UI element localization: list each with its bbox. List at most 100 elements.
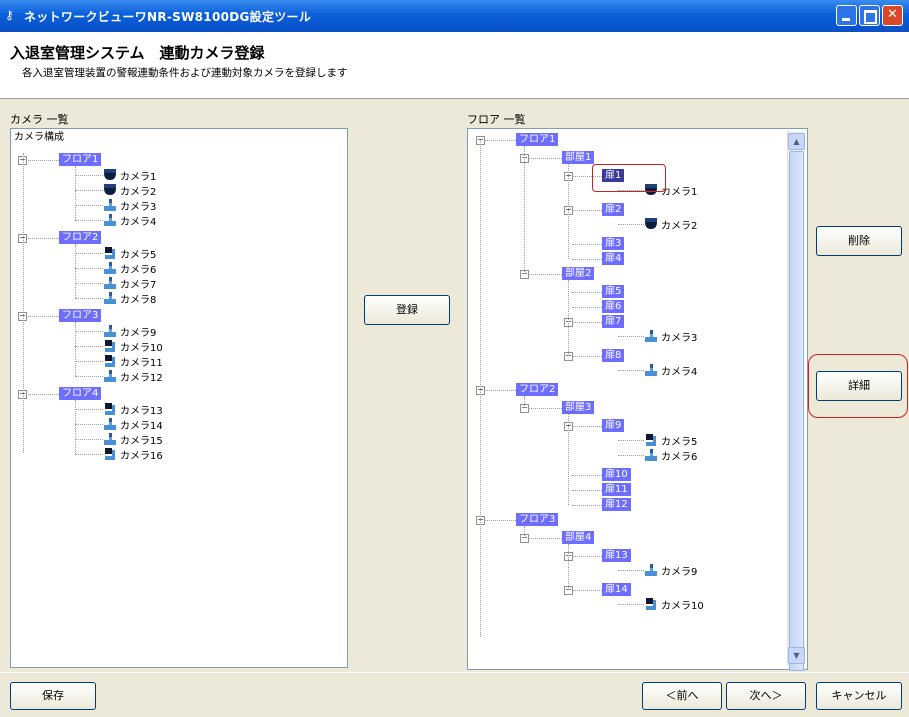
linked-camera-item[interactable]: カメラ10 bbox=[644, 598, 724, 612]
door-node[interactable]: 扉3 bbox=[602, 237, 625, 250]
floor-node[interactable]: フロア3 bbox=[516, 513, 559, 526]
delete-button[interactable]: 削除 bbox=[816, 226, 902, 256]
camera-label: カメラ3 bbox=[661, 333, 698, 344]
camera-label: カメラ12 bbox=[120, 373, 163, 384]
tree-line bbox=[484, 390, 516, 391]
tree-line bbox=[572, 259, 602, 260]
camera-icon bbox=[644, 434, 658, 446]
camera-item[interactable]: カメラ12 bbox=[103, 370, 183, 384]
tree-line bbox=[572, 590, 602, 591]
floor-node[interactable]: フロア1 bbox=[59, 153, 102, 166]
camera-icon bbox=[103, 247, 117, 259]
camera-item[interactable]: カメラ11 bbox=[103, 355, 183, 369]
tree-line bbox=[572, 307, 602, 308]
camera-icon bbox=[103, 340, 117, 352]
tree-line bbox=[528, 408, 562, 409]
minimize-button[interactable] bbox=[836, 5, 857, 26]
door-node[interactable]: 扉13 bbox=[602, 549, 631, 562]
tree-line bbox=[568, 164, 569, 259]
cancel-button[interactable]: キャンセル bbox=[816, 682, 902, 710]
tree-line bbox=[75, 322, 76, 376]
camera-icon bbox=[103, 370, 117, 382]
floor-node[interactable]: フロア2 bbox=[516, 383, 559, 396]
scroll-up-icon[interactable]: ▲ bbox=[788, 133, 805, 150]
door-node[interactable]: 扉2 bbox=[602, 203, 625, 216]
tree-line bbox=[572, 210, 602, 211]
camera-item[interactable]: カメラ5 bbox=[103, 247, 183, 261]
tree-line bbox=[524, 146, 525, 274]
camera-item[interactable]: カメラ7 bbox=[103, 277, 183, 291]
tree-line bbox=[75, 346, 103, 347]
room-node[interactable]: 部屋3 bbox=[562, 401, 595, 414]
room-node[interactable]: 部屋1 bbox=[562, 151, 595, 164]
tree-line bbox=[572, 244, 602, 245]
camera-icon bbox=[644, 330, 658, 342]
door-node[interactable]: 扉7 bbox=[602, 315, 625, 328]
linked-camera-item[interactable]: カメラ6 bbox=[644, 449, 724, 463]
camera-tree[interactable]: カメラ構成 − フロア1 カメラ1 カメラ2 カメラ3 カメラ4− フロア2 カメラ5 カメラ6… bbox=[10, 128, 348, 668]
page-title: 入退室管理システム 連動カメラ登録 bbox=[10, 44, 265, 62]
camera-item[interactable]: カメラ6 bbox=[103, 262, 183, 276]
floor-node[interactable]: フロア1 bbox=[516, 133, 559, 146]
tree-line bbox=[572, 505, 602, 506]
door-node[interactable]: 扉4 bbox=[602, 252, 625, 265]
scroll-down-icon[interactable]: ▼ bbox=[788, 647, 805, 664]
linked-camera-item[interactable]: カメラ9 bbox=[644, 564, 724, 578]
camera-item[interactable]: カメラ14 bbox=[103, 418, 183, 432]
door-node[interactable]: 扉8 bbox=[602, 349, 625, 362]
linked-camera-item[interactable]: カメラ2 bbox=[644, 218, 724, 232]
camera-item[interactable]: カメラ9 bbox=[103, 325, 183, 339]
scroll-thumb[interactable] bbox=[789, 151, 804, 671]
camera-label: カメラ1 bbox=[120, 172, 157, 183]
tree-line bbox=[480, 140, 481, 637]
tree-line bbox=[572, 556, 602, 557]
camera-tree-root: カメラ構成 bbox=[14, 132, 64, 143]
tree-line bbox=[75, 220, 103, 221]
camera-item[interactable]: カメラ2 bbox=[103, 184, 183, 198]
floor-tree-scrollbar[interactable]: ▲ ▼ bbox=[787, 131, 805, 671]
register-button[interactable]: 登録 bbox=[364, 295, 450, 325]
linked-camera-item[interactable]: カメラ5 bbox=[644, 434, 724, 448]
room-node[interactable]: 部屋2 bbox=[562, 267, 595, 280]
floor-node[interactable]: フロア2 bbox=[59, 231, 102, 244]
camera-label: カメラ3 bbox=[120, 202, 157, 213]
camera-item[interactable]: カメラ15 bbox=[103, 433, 183, 447]
door-node[interactable]: 扉12 bbox=[602, 498, 631, 511]
camera-item[interactable]: カメラ4 bbox=[103, 214, 183, 228]
room-node[interactable]: 部屋4 bbox=[562, 531, 595, 544]
close-button[interactable] bbox=[882, 5, 903, 26]
tree-line bbox=[618, 370, 644, 371]
camera-label: カメラ6 bbox=[661, 452, 698, 463]
camera-icon bbox=[103, 169, 117, 181]
maximize-button[interactable] bbox=[859, 5, 880, 26]
door-node[interactable]: 扉5 bbox=[602, 285, 625, 298]
tree-line bbox=[618, 455, 644, 456]
camera-item[interactable]: カメラ16 bbox=[103, 448, 183, 462]
door-node[interactable]: 扉9 bbox=[602, 419, 625, 432]
floor-node[interactable]: フロア3 bbox=[59, 309, 102, 322]
linked-camera-item[interactable]: カメラ3 bbox=[644, 330, 724, 344]
tree-line bbox=[75, 190, 103, 191]
camera-item[interactable]: カメラ1 bbox=[103, 169, 183, 183]
camera-item[interactable]: カメラ8 bbox=[103, 292, 183, 306]
next-button[interactable]: 次へ＞ bbox=[726, 682, 806, 710]
door-node[interactable]: 扉6 bbox=[602, 300, 625, 313]
tree-line bbox=[75, 439, 103, 440]
tree-line bbox=[572, 356, 602, 357]
camera-item[interactable]: カメラ10 bbox=[103, 340, 183, 354]
linked-camera-item[interactable]: カメラ4 bbox=[644, 364, 724, 378]
door-node[interactable]: 扉10 bbox=[602, 468, 631, 481]
prev-button[interactable]: ＜前へ bbox=[642, 682, 722, 710]
door-node[interactable]: 扉14 bbox=[602, 583, 631, 596]
camera-item[interactable]: カメラ13 bbox=[103, 403, 183, 417]
tree-line bbox=[484, 520, 516, 521]
camera-label: カメラ10 bbox=[120, 343, 163, 354]
tree-line bbox=[75, 424, 103, 425]
door-node[interactable]: 扉11 bbox=[602, 483, 631, 496]
save-button[interactable]: 保存 bbox=[10, 682, 96, 710]
detail-highlight-box bbox=[808, 354, 908, 418]
tree-line bbox=[75, 205, 103, 206]
floor-tree[interactable]: − フロア1− 部屋1− 扉1 カメラ1− 扉2 カメラ2 扉3 扉4− 部屋2 扉5 扉6− 扉7 カメ… bbox=[467, 128, 808, 670]
floor-node[interactable]: フロア4 bbox=[59, 387, 102, 400]
camera-item[interactable]: カメラ3 bbox=[103, 199, 183, 213]
